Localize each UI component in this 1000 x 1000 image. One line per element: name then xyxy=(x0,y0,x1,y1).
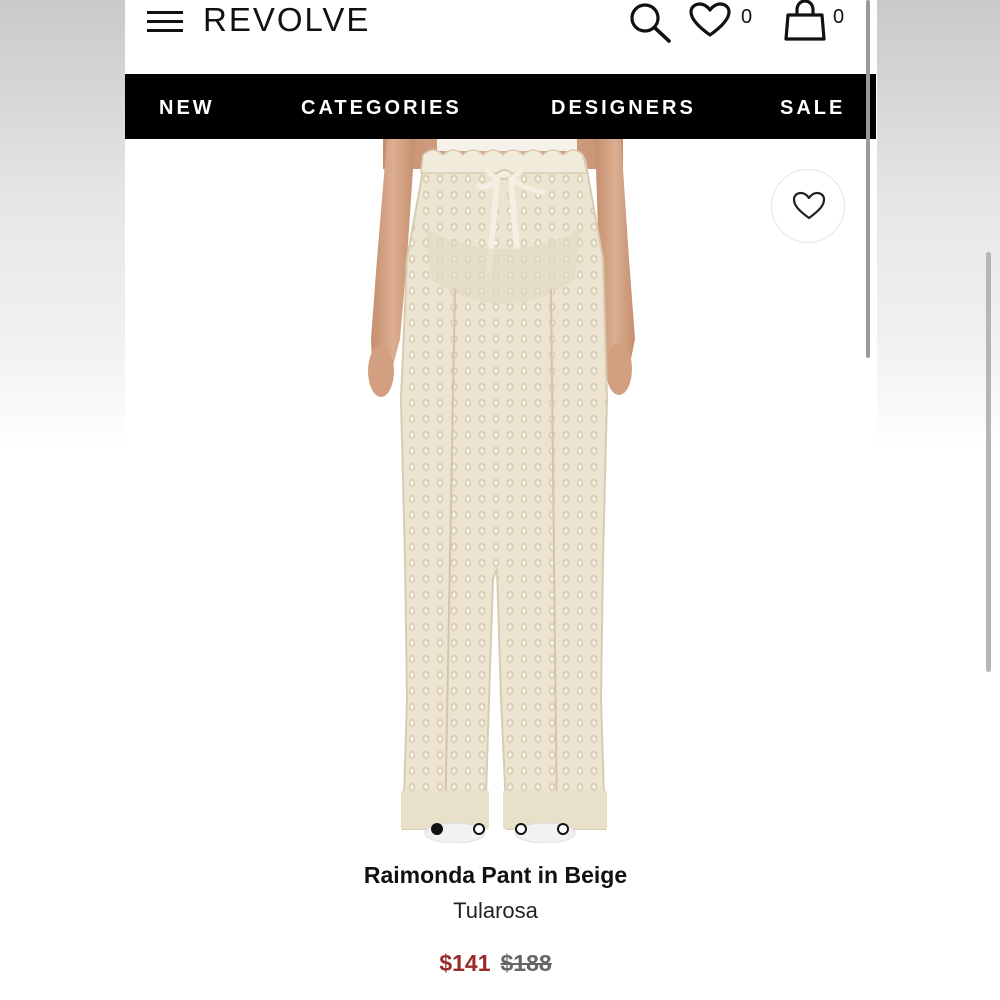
original-price: $188 xyxy=(500,950,552,976)
carousel-dot-2[interactable] xyxy=(473,823,485,835)
site-header: REVOLVE 0 0 xyxy=(125,0,866,74)
nav-sale[interactable]: SALE xyxy=(780,74,845,142)
right-blur-edge xyxy=(877,0,1000,1000)
product-designer[interactable]: Tularosa xyxy=(125,898,866,924)
carousel-dot-4[interactable] xyxy=(557,823,569,835)
left-blur-edge xyxy=(0,0,125,1000)
product-image[interactable] xyxy=(125,139,866,851)
carousel-indicators xyxy=(125,823,866,839)
main-navigation: NEW CATEGORIES DESIGNERS SALE xyxy=(125,74,876,139)
outer-scrollbar[interactable] xyxy=(986,252,991,672)
product-photo-illustration xyxy=(125,139,866,851)
heart-outline-icon xyxy=(792,191,826,220)
add-to-wishlist-button[interactable] xyxy=(771,169,845,243)
wishlist-count: 0 xyxy=(741,6,753,28)
product-page: REVOLVE 0 0 NEW CATEGORIES DESIGNERS SAL… xyxy=(125,0,876,1000)
nav-categories[interactable]: CATEGORIES xyxy=(301,74,462,142)
nav-new[interactable]: NEW xyxy=(159,74,215,142)
heart-icon[interactable] xyxy=(689,2,731,38)
carousel-dot-1[interactable] xyxy=(431,823,443,835)
page-scrollbar[interactable] xyxy=(866,0,870,358)
sale-price: $141 xyxy=(439,950,491,976)
brand-logo[interactable]: REVOLVE xyxy=(203,0,370,40)
carousel-dot-3[interactable] xyxy=(515,823,527,835)
product-title[interactable]: Raimonda Pant in Beige xyxy=(125,862,866,889)
search-icon[interactable] xyxy=(627,1,673,43)
nav-designers[interactable]: DESIGNERS xyxy=(551,74,696,142)
shopping-bag-icon[interactable] xyxy=(783,0,829,42)
product-price: $141 $188 xyxy=(125,950,866,977)
menu-icon[interactable] xyxy=(147,11,183,33)
bag-count: 0 xyxy=(833,6,845,28)
